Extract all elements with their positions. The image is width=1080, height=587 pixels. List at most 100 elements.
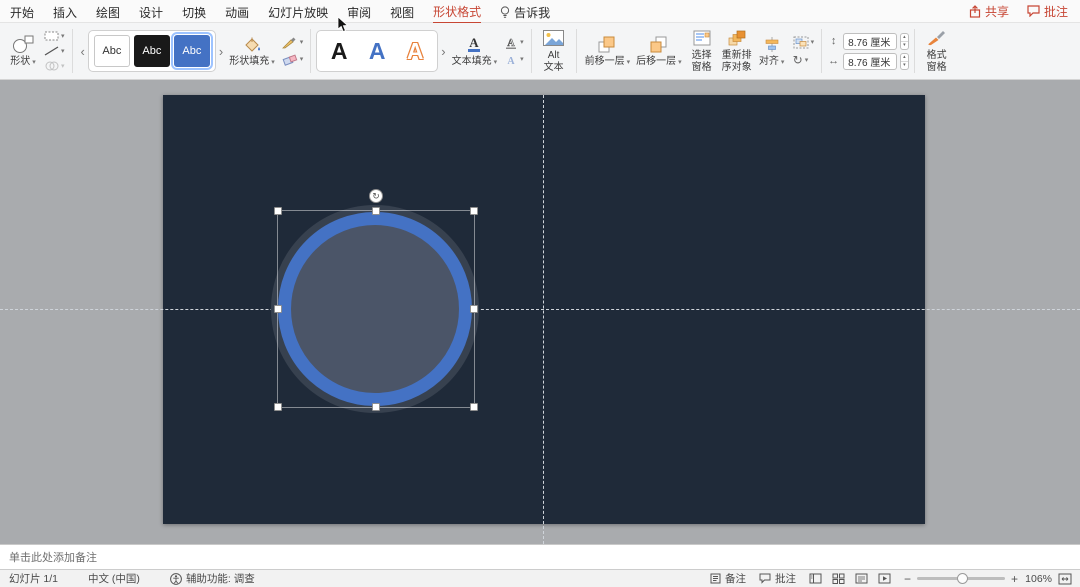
wordart-swatch-1[interactable]: A bbox=[320, 35, 358, 67]
slide-indicator: 幻灯片 1/1 bbox=[9, 573, 59, 585]
text-fill-button[interactable]: A 文本填充 ▾ bbox=[449, 32, 501, 70]
chevron-down-icon: ▾ bbox=[61, 62, 65, 70]
ribbon-separator bbox=[310, 29, 312, 73]
selection-handle-nw[interactable] bbox=[274, 207, 282, 215]
send-backward-label: 后移一层 bbox=[636, 56, 677, 67]
accessibility-status[interactable]: 辅助功能: 调查 bbox=[170, 571, 255, 586]
text-outline-button[interactable]: A ▾ bbox=[502, 36, 526, 50]
wordart-swatch-2[interactable]: A bbox=[358, 35, 396, 67]
shape-height-input[interactable] bbox=[843, 32, 898, 50]
tab-draw[interactable]: 绘图 bbox=[96, 0, 120, 23]
notes-toggle[interactable]: 备注 bbox=[710, 571, 746, 586]
merge-shapes-button[interactable]: ▾ bbox=[42, 60, 67, 72]
zoom-out-button[interactable]: − bbox=[904, 573, 911, 585]
comments-toggle[interactable]: 批注 bbox=[759, 571, 796, 586]
center-guide-vertical[interactable] bbox=[543, 95, 544, 544]
alt-text-button[interactable]: Alt 文本 bbox=[537, 26, 571, 76]
shape-width-input[interactable] bbox=[843, 52, 898, 70]
rotate-objects-button[interactable]: ↻ ▾ bbox=[791, 53, 817, 67]
text-format-group: A 文本填充 ▾ A ▾ A ▾ bbox=[449, 32, 526, 70]
zoom-controls: − + 106% bbox=[904, 573, 1072, 585]
svg-text:A: A bbox=[470, 35, 480, 50]
style-gallery-prev-button[interactable]: ‹ bbox=[78, 45, 88, 58]
chevron-down-icon: ▾ bbox=[299, 39, 304, 46]
selection-handle-e[interactable] bbox=[470, 305, 478, 313]
shape-format-group: 形状填充 ▾ ▾ ▾ bbox=[226, 32, 305, 70]
shape-style-swatch-1[interactable]: Abc bbox=[93, 35, 130, 67]
fit-to-window-button[interactable] bbox=[1058, 573, 1072, 585]
language-status[interactable]: 中文 (中国) bbox=[88, 571, 140, 586]
send-backward-icon bbox=[650, 34, 668, 54]
tab-slideshow[interactable]: 幻灯片放映 bbox=[268, 0, 328, 23]
view-slide-sorter-button[interactable] bbox=[832, 573, 845, 584]
shape-style-swatch-3-selected[interactable]: Abc bbox=[170, 32, 213, 70]
tab-view[interactable]: 视图 bbox=[390, 0, 414, 23]
align-button[interactable]: 对齐 ▾ bbox=[755, 32, 789, 70]
rotate-icon: ↻ bbox=[792, 53, 803, 67]
shapes-button[interactable]: 形状 ▾ bbox=[6, 32, 40, 70]
tab-transitions[interactable]: 切换 bbox=[182, 0, 206, 23]
selection-handle-ne[interactable] bbox=[470, 207, 478, 215]
chevron-down-icon: ▾ bbox=[271, 58, 275, 66]
view-reading-button[interactable] bbox=[855, 573, 868, 584]
share-button[interactable]: 共享 bbox=[969, 3, 1009, 20]
chevron-down-icon: ▾ bbox=[626, 58, 631, 66]
selection-handle-s[interactable] bbox=[372, 403, 380, 411]
view-slideshow-button[interactable] bbox=[878, 573, 891, 584]
rotation-handle[interactable]: ↻ bbox=[369, 189, 383, 203]
arrange-minicol: ▾ ↻ ▾ bbox=[791, 35, 817, 67]
chevron-down-icon: ▾ bbox=[32, 58, 36, 66]
style-gallery-next-button[interactable]: › bbox=[216, 45, 226, 58]
tab-design[interactable]: 设计 bbox=[139, 0, 163, 23]
view-normal-button[interactable] bbox=[809, 573, 822, 584]
shape-effects-button[interactable]: ▾ bbox=[280, 53, 306, 67]
selection-pane-button[interactable]: 选择 窗格 bbox=[685, 26, 719, 76]
reorder-objects-icon bbox=[728, 28, 746, 48]
chevron-down-icon: ▾ bbox=[299, 56, 304, 63]
zoom-slider[interactable] bbox=[916, 573, 1005, 584]
text-effects-button[interactable]: A ▾ bbox=[502, 53, 526, 67]
shapes-group: 形状 ▾ ▾ ▾ ▾ bbox=[6, 30, 67, 72]
selection-handle-w[interactable] bbox=[274, 305, 282, 313]
wordart-swatch-3[interactable]: A bbox=[396, 35, 434, 67]
align-icon bbox=[764, 34, 780, 54]
selection-handle-n[interactable] bbox=[372, 207, 380, 215]
shape-style-swatch-2[interactable]: Abc bbox=[133, 35, 170, 67]
line-button[interactable]: ▾ bbox=[42, 45, 67, 57]
shape-outline-button[interactable]: ▾ bbox=[280, 36, 306, 50]
reorder-objects-button[interactable]: 重新排 序对象 bbox=[719, 26, 755, 76]
zoom-slider-knob[interactable] bbox=[956, 573, 968, 584]
zoom-in-button[interactable]: + bbox=[1011, 573, 1018, 585]
zoom-level[interactable]: 106% bbox=[1024, 573, 1052, 585]
chevron-down-icon: ▾ bbox=[520, 56, 524, 63]
tab-insert[interactable]: 插入 bbox=[53, 0, 77, 23]
tab-shape-format[interactable]: 形状格式 bbox=[433, 0, 482, 24]
shape-fill-button[interactable]: 形状填充 ▾ bbox=[226, 32, 278, 70]
text-fill-label: 文本填充 bbox=[451, 56, 492, 67]
notes-pane[interactable]: 单击此处添加备注 bbox=[0, 544, 1080, 569]
svg-text:A: A bbox=[507, 56, 515, 66]
tab-animations[interactable]: 动画 bbox=[225, 0, 249, 23]
format-pane-label-2: 窗格 bbox=[926, 62, 947, 73]
format-pane-button[interactable]: 格式 窗格 bbox=[920, 26, 954, 76]
selection-handle-sw[interactable] bbox=[274, 403, 282, 411]
selection-pane-icon bbox=[693, 28, 711, 48]
selection-handle-se[interactable] bbox=[470, 403, 478, 411]
comments-button[interactable]: 批注 bbox=[1027, 3, 1068, 20]
share-label: 共享 bbox=[984, 4, 1009, 19]
height-stepper[interactable]: ▴ ▾ bbox=[900, 32, 909, 50]
width-stepper[interactable]: ▴ ▾ bbox=[900, 52, 909, 70]
chevron-down-icon: ▾ bbox=[493, 58, 498, 66]
tab-home[interactable]: 开始 bbox=[10, 0, 34, 23]
group-objects-button[interactable]: ▾ bbox=[791, 35, 817, 50]
tab-tell-me[interactable]: 告诉我 bbox=[500, 0, 550, 23]
tab-review[interactable]: 审阅 bbox=[347, 0, 371, 23]
wordart-gallery-next-button[interactable]: › bbox=[438, 45, 448, 58]
comments-toggle-label: 批注 bbox=[774, 573, 796, 585]
statusbar-left: 幻灯片 1/1 中文 (中国) 辅助功能: 调查 bbox=[9, 571, 255, 586]
send-backward-button[interactable]: 后移一层 ▾ bbox=[633, 32, 685, 70]
center-guide-horizontal[interactable] bbox=[0, 309, 1080, 310]
format-brush-icon bbox=[927, 28, 946, 48]
text-box-button[interactable]: ▾ bbox=[42, 30, 67, 42]
bring-forward-button[interactable]: 前移一层 ▾ bbox=[582, 32, 634, 70]
